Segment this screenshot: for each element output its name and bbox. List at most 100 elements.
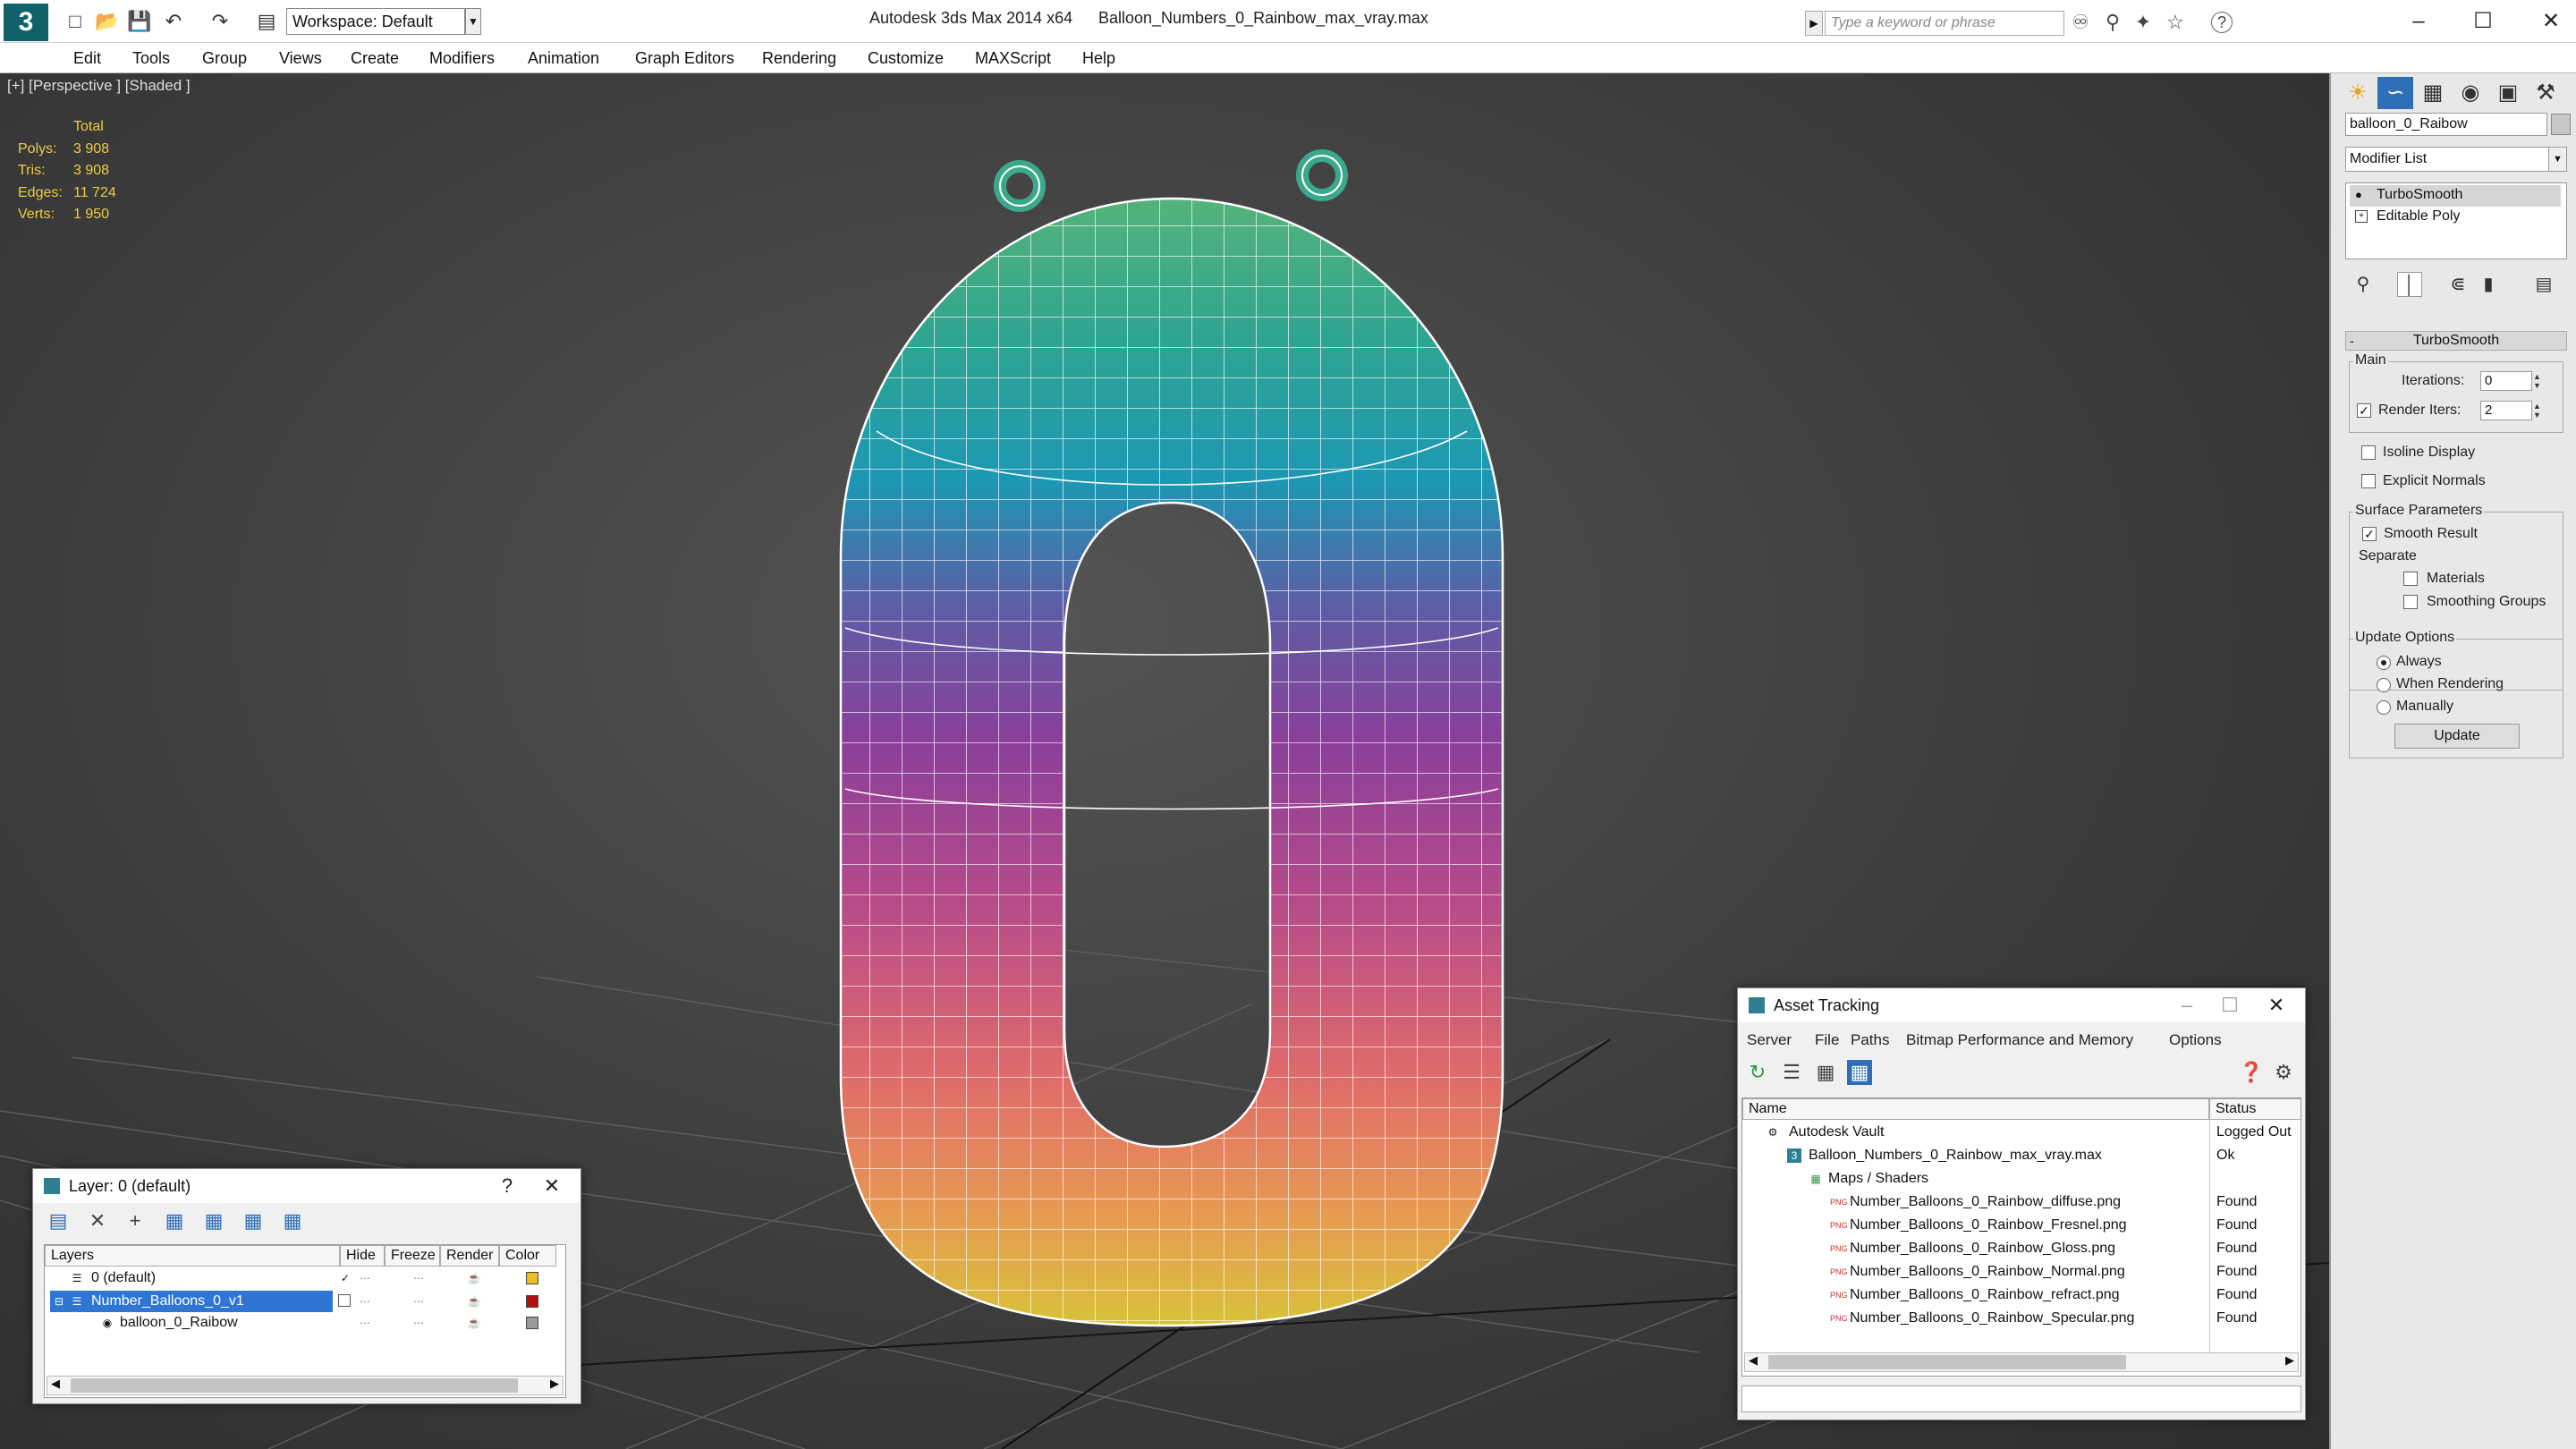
menu-animation[interactable]: Animation	[528, 49, 599, 68]
stack-item-editable-poly[interactable]: + Editable Poly	[2350, 207, 2561, 228]
layer-row[interactable]: ☰ 0 (default) ✓ ⋯ ⋯ ☕	[45, 1267, 556, 1290]
freeze-toggle-icon[interactable]: ⋯	[411, 1271, 426, 1285]
active-layer-check-icon[interactable]: ✓	[338, 1271, 352, 1285]
layer-row[interactable]: ⊟ ☰ Number_Balloons_0_v1 ⋯ ⋯ ☕	[45, 1290, 556, 1313]
menu-options[interactable]: Options	[2169, 1031, 2222, 1049]
menu-group[interactable]: Group	[202, 49, 247, 68]
menu-maxscript[interactable]: MAXScript	[975, 49, 1051, 68]
menu-create[interactable]: Create	[351, 49, 399, 68]
menu-rendering[interactable]: Rendering	[762, 49, 836, 68]
show-end-result-icon[interactable]: │	[2397, 272, 2422, 297]
create-tab-icon[interactable]: ☀	[2340, 77, 2376, 109]
column-header-status[interactable]: Status	[2209, 1098, 2301, 1120]
viewport-label[interactable]: [+] [Perspective ] [Shaded ]	[7, 77, 191, 95]
render-teapot-icon[interactable]: ☕	[467, 1316, 481, 1330]
open-file-icon[interactable]: 📂	[95, 9, 120, 34]
asset-row[interactable]: PNG Number_Balloons_0_Rainbow_refract.pn…	[1742, 1284, 2301, 1307]
render-iters-spinner[interactable]: 2 ▲ ▼	[2480, 401, 2541, 420]
scroll-thumb[interactable]	[71, 1378, 518, 1393]
menu-views[interactable]: Views	[279, 49, 322, 68]
refresh-icon[interactable]: ↻	[1745, 1060, 1770, 1085]
workspace-dropdown-icon[interactable]: ▼	[465, 8, 481, 35]
always-radio[interactable]	[2377, 656, 2391, 670]
delete-layer-icon[interactable]: ✕	[85, 1208, 110, 1233]
column-header-color[interactable]: Color	[499, 1245, 556, 1267]
manually-radio[interactable]	[2377, 700, 2391, 715]
isoline-display-checkbox[interactable]	[2361, 445, 2376, 460]
grid-view-icon[interactable]: ▦	[1847, 1060, 1872, 1085]
settings-icon[interactable]: ⚙	[2271, 1060, 2296, 1085]
render-teapot-icon[interactable]: ☕	[467, 1294, 481, 1309]
layer-color-swatch[interactable]	[526, 1295, 538, 1308]
freeze-toggle-icon[interactable]: ⋯	[411, 1294, 426, 1309]
asset-row[interactable]: PNG Number_Balloons_0_Rainbow_Fresnel.pn…	[1742, 1214, 2301, 1237]
create-layer-icon[interactable]: ▤	[46, 1208, 71, 1233]
binoculars-icon[interactable]: ♾	[2068, 10, 2093, 35]
select-layer-icon[interactable]: ▦	[201, 1208, 226, 1233]
menu-file[interactable]: File	[1815, 1031, 1839, 1049]
smooth-result-checkbox[interactable]: ✓	[2362, 527, 2377, 541]
highlight-layer-icon[interactable]: ▦	[241, 1208, 266, 1233]
spinner-arrows-icon[interactable]: ▲ ▼	[2533, 372, 2544, 390]
scroll-right-icon[interactable]: ▶	[2285, 1353, 2294, 1368]
menu-tools[interactable]: Tools	[132, 49, 170, 68]
menu-edit[interactable]: Edit	[73, 49, 101, 68]
hide-toggle-icon[interactable]: ⋯	[358, 1271, 372, 1285]
menu-graph-editors[interactable]: Graph Editors	[635, 49, 734, 68]
freeze-toggle-icon[interactable]: ⋯	[411, 1316, 426, 1330]
remove-modifier-icon[interactable]: ▮	[2476, 272, 2501, 297]
render-teapot-icon[interactable]: ☕	[467, 1271, 481, 1285]
workspace-select[interactable]: Workspace: Default	[286, 8, 465, 35]
pin-stack-icon[interactable]: ⚲	[2351, 272, 2376, 297]
undo-icon[interactable]: ↶	[161, 9, 186, 34]
list-view-icon[interactable]: ☰	[1779, 1060, 1804, 1085]
column-header-layers[interactable]: Layers	[45, 1245, 340, 1267]
scroll-right-icon[interactable]: ▶	[550, 1377, 559, 1391]
spinner-arrows-icon[interactable]: ▲ ▼	[2533, 402, 2544, 419]
close-icon[interactable]: ✕	[2258, 992, 2294, 1019]
add-to-layer-icon[interactable]: +	[123, 1208, 148, 1233]
stack-item-turbosmooth[interactable]: ● TurboSmooth	[2350, 185, 2561, 207]
modifier-list-dropdown[interactable]: Modifier List ▼	[2345, 147, 2567, 172]
horizontal-scrollbar[interactable]: ◀ ▶	[1744, 1352, 2299, 1372]
layer-row[interactable]: ◉ balloon_0_Raibow ⋯ ⋯ ☕	[45, 1311, 556, 1335]
minimize-icon[interactable]: –	[2169, 992, 2205, 1019]
scroll-left-icon[interactable]: ◀	[51, 1377, 60, 1391]
select-objects-icon[interactable]: ▦	[162, 1208, 187, 1233]
object-color-swatch[interactable]	[2551, 114, 2571, 135]
new-file-icon[interactable]: □	[63, 9, 88, 34]
communication-icon[interactable]: ✦	[2131, 10, 2156, 35]
key-icon[interactable]: ⚲	[2100, 10, 2125, 35]
when-rendering-radio[interactable]	[2377, 678, 2391, 692]
collapse-icon[interactable]: ⊟	[52, 1294, 66, 1309]
close-icon[interactable]: ✕	[2531, 5, 2571, 38]
app-logo-icon[interactable]: 3	[4, 4, 48, 41]
menu-server[interactable]: Server	[1747, 1031, 1792, 1049]
hide-toggle-icon[interactable]: ⋯	[358, 1316, 372, 1330]
smoothing-groups-checkbox[interactable]	[2403, 595, 2418, 609]
materials-checkbox[interactable]	[2403, 572, 2418, 586]
close-icon[interactable]: ✕	[534, 1173, 570, 1199]
asset-row[interactable]: PNG Number_Balloons_0_Rainbow_Gloss.png …	[1742, 1237, 2301, 1260]
utilities-tab-icon[interactable]: ⚒	[2528, 77, 2563, 109]
scroll-thumb[interactable]	[1768, 1355, 2126, 1369]
menu-modifiers[interactable]: Modifiers	[429, 49, 495, 68]
maximize-icon[interactable]: ☐	[2463, 5, 2503, 38]
lightbulb-icon[interactable]: ●	[2355, 189, 2368, 201]
favorites-star-icon[interactable]: ☆	[2163, 10, 2188, 35]
asset-row[interactable]: PNG Number_Balloons_0_Rainbow_Normal.png…	[1742, 1260, 2301, 1284]
explicit-normals-checkbox[interactable]	[2361, 474, 2376, 488]
iterations-spinner[interactable]: 0 ▲ ▼	[2480, 371, 2541, 391]
table-view-icon[interactable]: ▦	[1813, 1060, 1838, 1085]
make-unique-icon[interactable]: ⋐	[2445, 272, 2470, 297]
column-header-render[interactable]: Render	[440, 1245, 499, 1267]
hide-toggle-icon[interactable]: ⋯	[358, 1294, 372, 1309]
asset-row[interactable]: PNG Number_Balloons_0_Rainbow_Specular.p…	[1742, 1307, 2301, 1330]
hierarchy-tab-icon[interactable]: ▦	[2415, 77, 2451, 109]
configure-modifier-sets-icon[interactable]: ▤	[2531, 272, 2556, 297]
layer-color-swatch[interactable]	[526, 1272, 538, 1284]
asset-row[interactable]: ▦ Maps / Shaders	[1742, 1167, 2301, 1191]
search-expand-icon[interactable]: ▶	[1805, 11, 1823, 36]
menu-help[interactable]: Help	[1082, 49, 1115, 68]
asset-row[interactable]: ⚙ Autodesk Vault Logged Out	[1742, 1121, 2301, 1144]
